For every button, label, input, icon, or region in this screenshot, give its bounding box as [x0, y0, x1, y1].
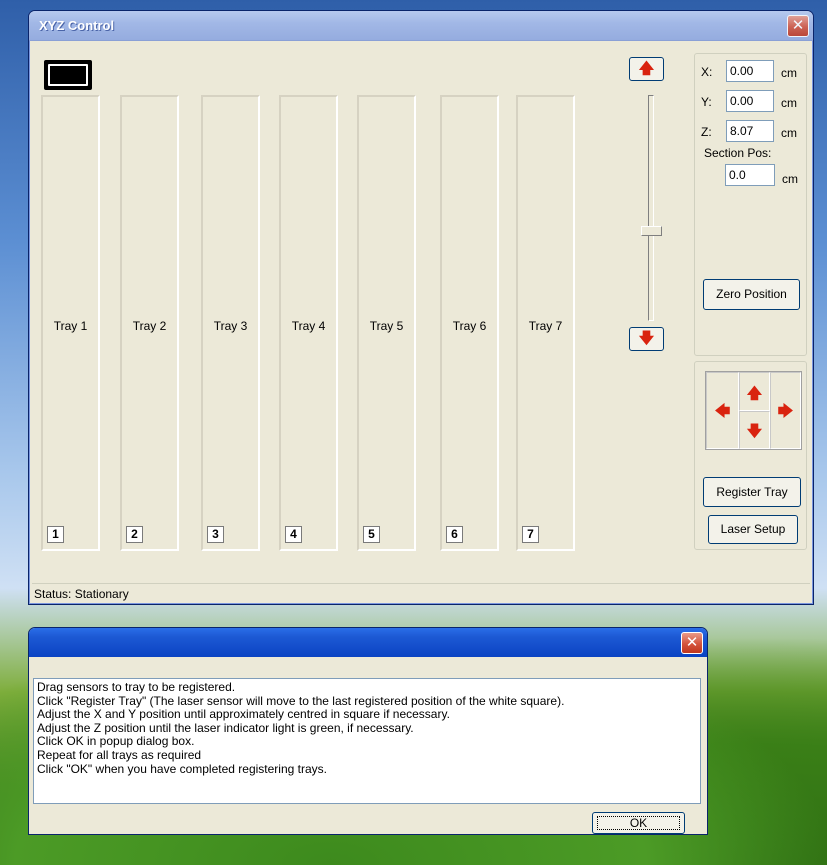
- xy-direction-pad: 🡄 🡅 🡇 🡆: [705, 371, 802, 450]
- client-area: Tray 1 1 Tray 2 2 Tray 3 3 Tray 4 4 Tray…: [32, 41, 810, 582]
- window-title: XYZ Control: [39, 18, 115, 33]
- tray-number: 4: [285, 526, 302, 543]
- instruction-line: Drag sensors to tray to be registered.: [37, 680, 236, 694]
- x-field[interactable]: 0.00: [726, 60, 774, 82]
- tray-slot-3[interactable]: Tray 3 3: [201, 95, 260, 551]
- dialog-close-button[interactable]: ✕: [681, 632, 703, 654]
- xy-right-button[interactable]: 🡆: [770, 372, 801, 449]
- instruction-line: Repeat for all trays as required: [37, 747, 202, 762]
- section-pos-unit: cm: [782, 172, 798, 186]
- tray-slot-5[interactable]: Tray 5 5: [357, 95, 416, 551]
- instruction-line: Adjust the X and Y position until approx…: [37, 707, 450, 722]
- instruction-line: Click "OK" when you have completed regis…: [37, 761, 327, 776]
- tray-number: 3: [207, 526, 224, 543]
- arrow-up-icon: 🡅: [638, 60, 655, 77]
- arrow-left-icon: 🡄: [714, 403, 731, 420]
- tray-number: 1: [47, 526, 64, 543]
- arrow-right-icon: 🡆: [777, 403, 794, 420]
- x-label: X:: [701, 65, 713, 79]
- arrow-down-icon: 🡇: [638, 330, 655, 347]
- dialog-title-bar[interactable]: ✕: [29, 628, 707, 657]
- arrow-up-icon: 🡅: [746, 385, 763, 402]
- tray-number: 7: [522, 526, 539, 543]
- close-icon: ✕: [685, 634, 699, 651]
- xyz-control-window: XYZ Control ✕ Tray 1 1 Tray 2 2 Tray 3 3…: [28, 10, 814, 605]
- zero-position-button[interactable]: Zero Position: [703, 279, 800, 310]
- tray-slot-1[interactable]: Tray 1 1: [41, 95, 100, 551]
- close-icon: ✕: [791, 17, 805, 34]
- xy-down-button[interactable]: 🡇: [739, 411, 770, 449]
- xy-up-button[interactable]: 🡅: [739, 372, 770, 411]
- tray-label: Tray 2: [132, 319, 167, 333]
- section-pos-field[interactable]: 0.0: [725, 164, 775, 186]
- tray-slot-7[interactable]: Tray 7 7: [516, 95, 575, 551]
- sensor-drag-handle[interactable]: [44, 60, 92, 90]
- instruction-line: Click "Register Tray" (The laser sensor …: [37, 693, 565, 708]
- tray-label: Tray 4: [291, 319, 326, 333]
- z-down-button[interactable]: 🡇: [629, 327, 664, 351]
- z-slider-thumb[interactable]: [641, 226, 662, 236]
- z-field[interactable]: 8.07: [726, 120, 774, 142]
- y-field[interactable]: 0.00: [726, 90, 774, 112]
- close-button[interactable]: ✕: [787, 15, 809, 37]
- z-label: Z:: [701, 125, 712, 139]
- instructions-text: Drag sensors to tray to be registered. C…: [33, 678, 701, 804]
- tray-label: Tray 5: [369, 319, 404, 333]
- tray-label: Tray 6: [452, 319, 487, 333]
- z-slider-track[interactable]: [648, 95, 654, 321]
- laser-setup-button[interactable]: Laser Setup: [708, 515, 798, 544]
- instruction-line: Adjust the Z position until the laser in…: [37, 720, 414, 735]
- status-bar: Status: Stationary: [32, 583, 810, 603]
- tray-number: 2: [126, 526, 143, 543]
- instruction-line: Click OK in popup dialog box.: [37, 734, 195, 749]
- ok-button-label: OK: [597, 816, 680, 830]
- section-pos-label: Section Pos:: [704, 146, 772, 160]
- tray-label: Tray 1: [53, 319, 88, 333]
- tray-slot-4[interactable]: Tray 4 4: [279, 95, 338, 551]
- tray-label: Tray 3: [213, 319, 248, 333]
- z-unit: cm: [781, 126, 797, 140]
- tray-slot-6[interactable]: Tray 6 6: [440, 95, 499, 551]
- arrow-down-icon: 🡇: [746, 423, 763, 440]
- tray-number: 5: [363, 526, 380, 543]
- y-label: Y:: [701, 95, 712, 109]
- z-up-button[interactable]: 🡅: [629, 57, 664, 81]
- ok-button[interactable]: OK: [592, 812, 685, 834]
- register-tray-button[interactable]: Register Tray: [703, 477, 801, 507]
- tray-slot-2[interactable]: Tray 2 2: [120, 95, 179, 551]
- tray-label: Tray 7: [528, 319, 563, 333]
- y-unit: cm: [781, 96, 797, 110]
- tray-number: 6: [446, 526, 463, 543]
- xy-left-button[interactable]: 🡄: [706, 372, 739, 449]
- title-bar[interactable]: XYZ Control ✕: [29, 11, 813, 41]
- instructions-dialog: ✕ Drag sensors to tray to be registered.…: [28, 627, 708, 835]
- x-unit: cm: [781, 66, 797, 80]
